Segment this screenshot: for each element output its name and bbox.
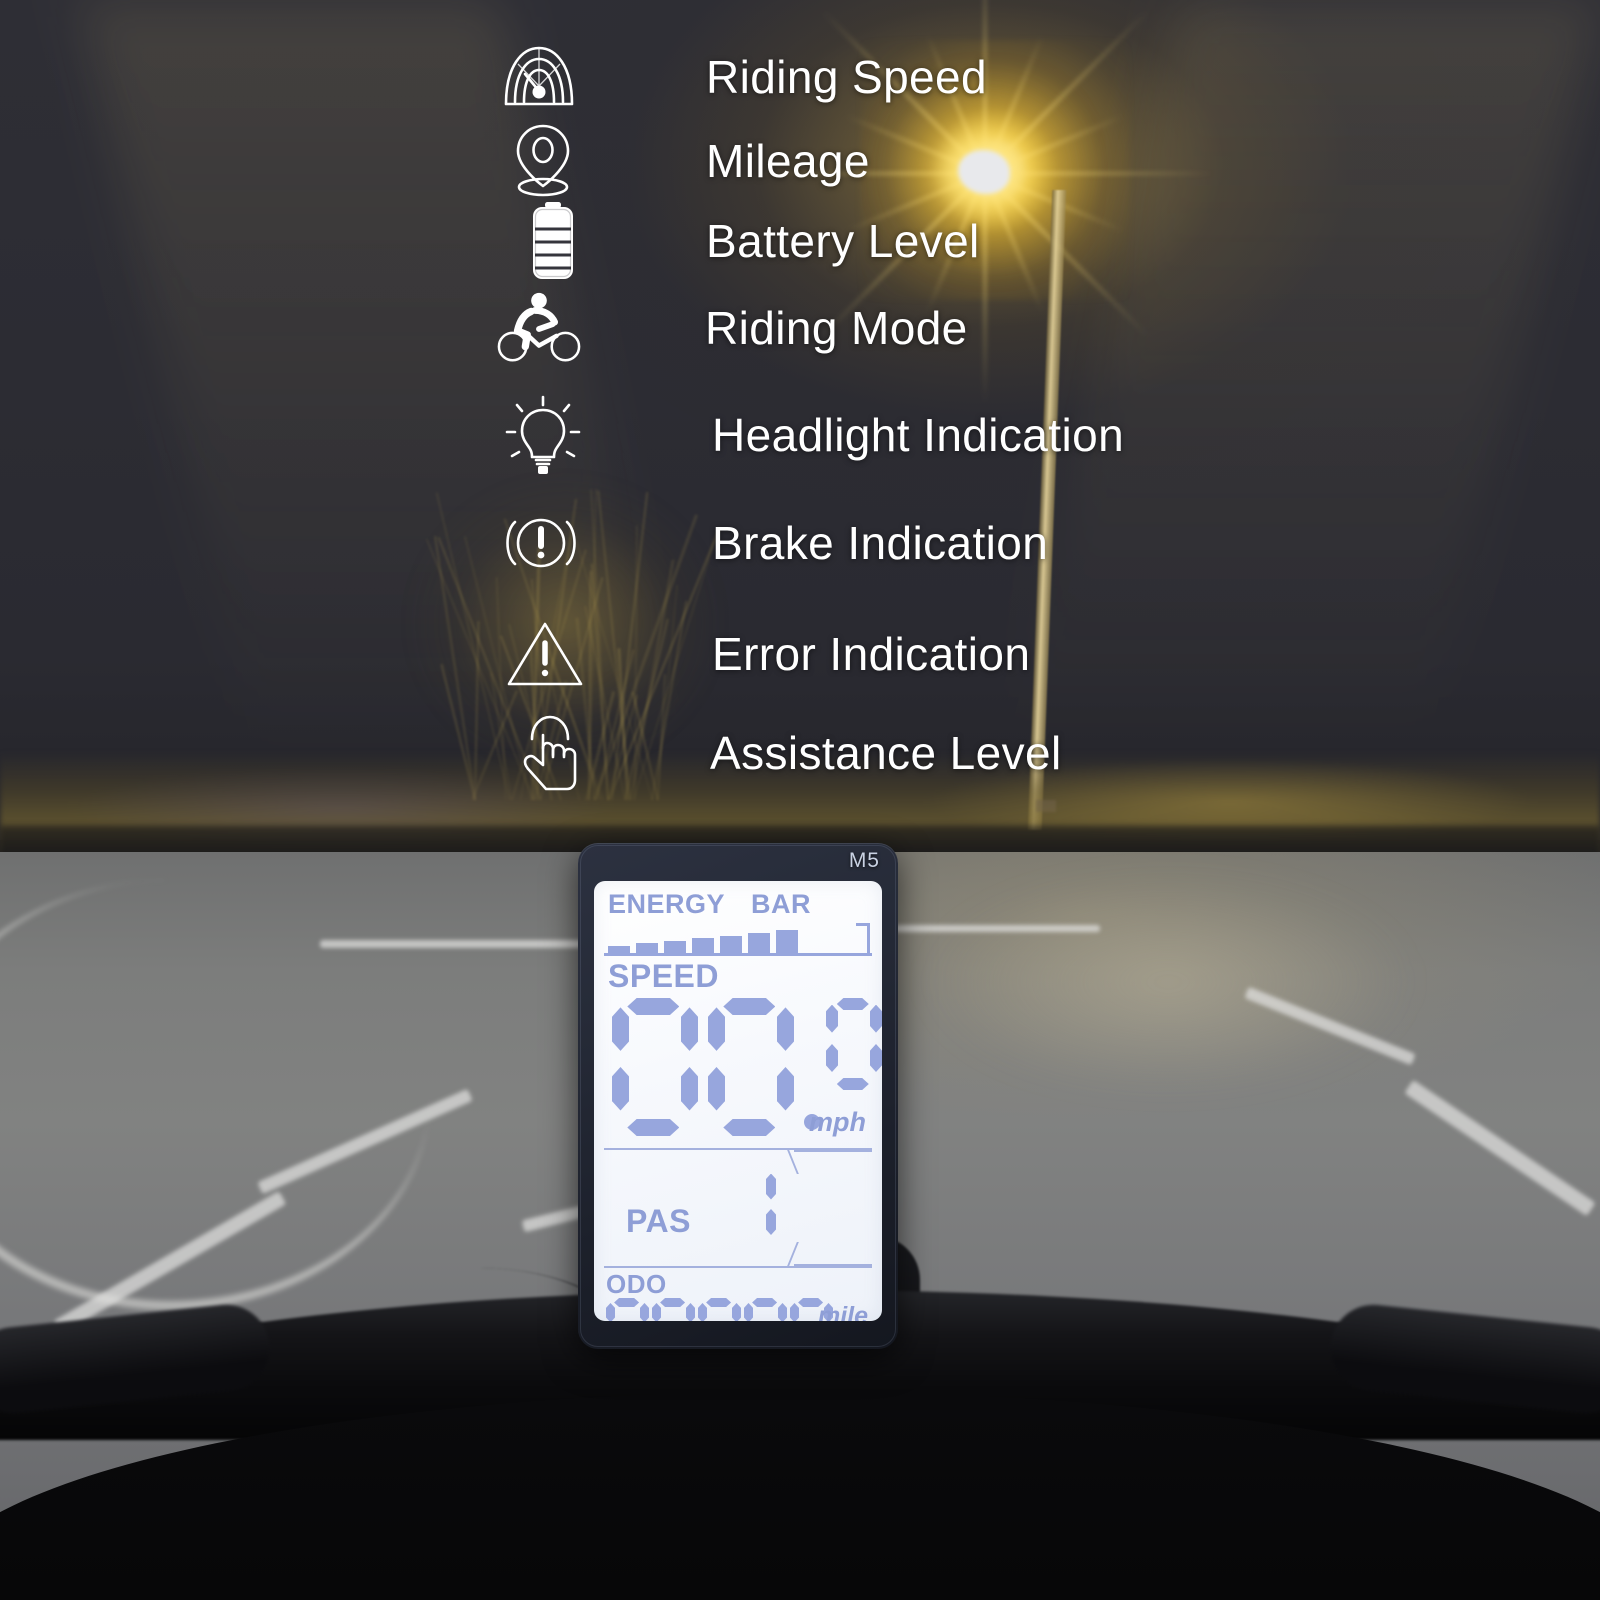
seven-segment-digit bbox=[606, 1298, 649, 1321]
feature-label: Battery Level bbox=[706, 214, 980, 268]
light-ray bbox=[985, 172, 1215, 175]
feature-label: Error Indication bbox=[712, 627, 1030, 681]
bar-label: BAR bbox=[751, 889, 811, 920]
feature-label: Brake Indication bbox=[712, 516, 1048, 570]
feature-label: Mileage bbox=[706, 134, 870, 188]
odo-unit: mile bbox=[818, 1302, 868, 1321]
seven-segment-digit bbox=[612, 998, 698, 1136]
speedometer-icon bbox=[496, 34, 582, 120]
lcd-screen: ENERGY BAR SPEED mph PAS ODO mile bbox=[594, 881, 882, 1321]
seven-segment-digit bbox=[708, 998, 794, 1136]
energy-label: ENERGY bbox=[608, 889, 725, 920]
energy-segment bbox=[776, 930, 798, 953]
light-ray bbox=[984, 174, 987, 404]
speed-value-row: mph bbox=[604, 994, 872, 1144]
energy-segment bbox=[748, 933, 770, 953]
battery-icon bbox=[510, 198, 596, 284]
odo-label: ODO bbox=[606, 1269, 667, 1300]
pas-label: PAS bbox=[626, 1203, 691, 1240]
feature-row-headlight-indication: Headlight Indication bbox=[500, 392, 1124, 478]
lane-marking bbox=[320, 940, 620, 948]
seven-segment-digit bbox=[826, 998, 882, 1090]
energy-segment bbox=[692, 938, 714, 953]
feature-label: Riding Mode bbox=[705, 301, 968, 355]
energy-bar-gauge bbox=[604, 921, 872, 959]
pas-border-top-right bbox=[794, 1150, 872, 1152]
pas-section: PAS bbox=[604, 1148, 872, 1266]
speed-label: SPEED bbox=[604, 960, 872, 992]
seven-segment-digit bbox=[698, 1298, 741, 1321]
lcd-display-unit[interactable]: M5 ENERGY BAR SPEED mph PAS ODO mile bbox=[578, 843, 898, 1349]
feature-row-riding-mode: Riding Mode bbox=[496, 285, 968, 371]
odo-section: ODO mile bbox=[604, 1266, 872, 1321]
seven-segment-digit bbox=[736, 1168, 776, 1250]
model-label: M5 bbox=[849, 849, 880, 873]
streetlamp-core bbox=[958, 150, 1010, 194]
energy-segment bbox=[636, 943, 658, 953]
lightbulb-icon bbox=[500, 392, 586, 478]
seven-segment-digit bbox=[744, 1298, 787, 1321]
feature-label: Riding Speed bbox=[706, 50, 987, 104]
energy-segment bbox=[720, 936, 742, 953]
feature-row-battery-level: Battery Level bbox=[510, 198, 980, 284]
feature-row-brake-indication: Brake Indication bbox=[498, 500, 1048, 586]
cyclist-icon bbox=[496, 285, 582, 371]
feature-label: Headlight Indication bbox=[712, 408, 1124, 462]
energy-segment bbox=[664, 941, 686, 953]
energy-bar-header: ENERGY BAR bbox=[604, 889, 872, 920]
feature-label: Assistance Level bbox=[710, 726, 1062, 780]
seven-segment-digit bbox=[652, 1298, 695, 1321]
map-pin-icon bbox=[500, 118, 586, 204]
energy-segment bbox=[608, 946, 630, 953]
battery-outline-icon bbox=[856, 923, 870, 953]
feature-row-assistance-level: Assistance Level bbox=[506, 710, 1062, 796]
warning-triangle-icon bbox=[502, 611, 588, 697]
brake-warning-icon bbox=[498, 500, 584, 586]
tap-hand-icon bbox=[506, 710, 592, 796]
odo-value bbox=[606, 1298, 833, 1321]
speed-unit: mph bbox=[809, 1107, 866, 1138]
energy-bar-baseline bbox=[604, 953, 872, 956]
feature-row-error-indication: Error Indication bbox=[502, 611, 1030, 697]
feature-row-mileage: Mileage bbox=[500, 118, 870, 204]
road-light-reflection bbox=[880, 862, 1600, 1162]
feature-row-riding-speed: Riding Speed bbox=[496, 34, 987, 120]
